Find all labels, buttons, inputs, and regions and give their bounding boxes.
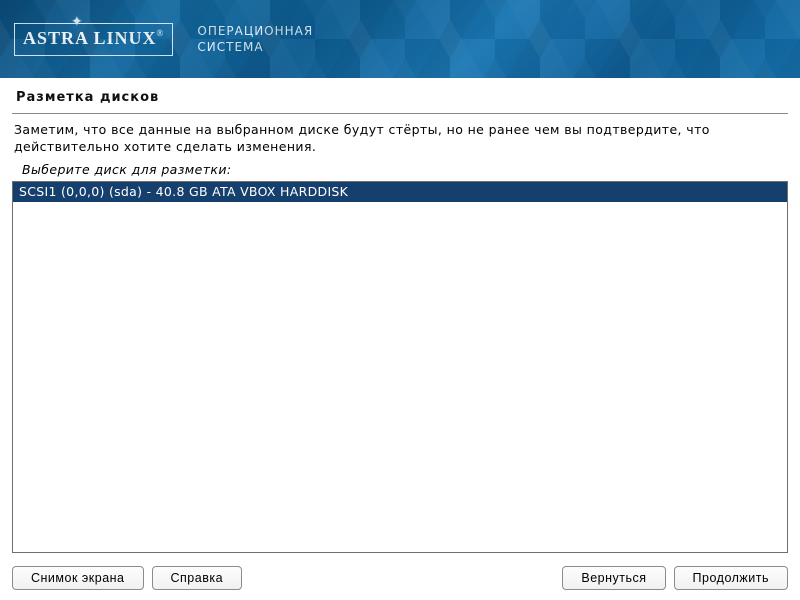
screenshot-button[interactable]: Снимок экрана <box>12 566 144 590</box>
divider <box>12 113 788 114</box>
prompt-text: Выберите диск для разметки: <box>12 160 788 181</box>
star-icon: ✦ <box>71 14 84 31</box>
brand-name: ASTRA LINUX <box>23 28 157 48</box>
brand-subtitle-line2: СИСТЕМА <box>197 39 313 55</box>
page-title: Разметка дисков <box>12 90 788 111</box>
brand-subtitle: ОПЕРАЦИОННАЯ СИСТЕМА <box>197 23 313 55</box>
continue-button[interactable]: Продолжить <box>674 566 788 590</box>
warning-text: Заметим, что все данные на выбранном дис… <box>12 122 788 160</box>
header-banner: ✦ ASTRA LINUX® ОПЕРАЦИОННАЯ СИСТЕМА <box>0 0 800 78</box>
disk-list-item[interactable]: SCSI1 (0,0,0) (sda) - 40.8 GB ATA VBOX H… <box>13 182 787 202</box>
back-button[interactable]: Вернуться <box>562 566 665 590</box>
footer-bar: Снимок экрана Справка Вернуться Продолжи… <box>0 556 800 600</box>
brand-logo: ✦ ASTRA LINUX® <box>14 23 173 56</box>
brand-subtitle-line1: ОПЕРАЦИОННАЯ <box>197 23 313 39</box>
main-content: Разметка дисков Заметим, что все данные … <box>0 78 800 556</box>
help-button[interactable]: Справка <box>152 566 243 590</box>
disk-listbox[interactable]: SCSI1 (0,0,0) (sda) - 40.8 GB ATA VBOX H… <box>12 181 788 553</box>
registered-mark: ® <box>157 28 165 38</box>
